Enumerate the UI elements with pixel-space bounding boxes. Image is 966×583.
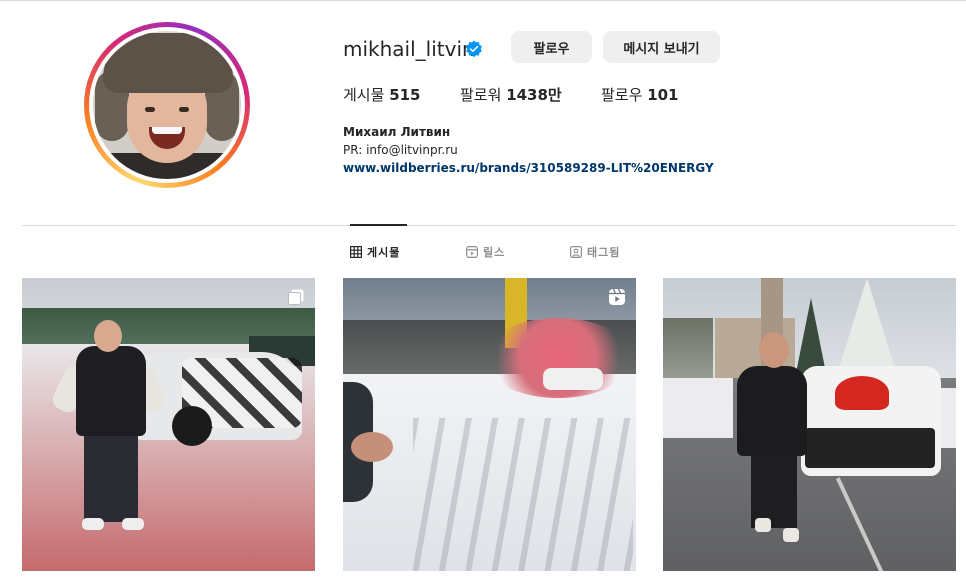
carousel-icon [288,289,304,305]
tagged-icon [570,246,582,258]
top-border [0,0,966,1]
profile-bio: PR: info@litvinpr.ru [343,143,458,157]
tab-reels[interactable]: 릴스 [466,244,505,260]
stat-following[interactable]: 팔로우 101 [601,84,679,105]
tab-posts[interactable]: 게시물 [350,244,400,260]
reels-icon [466,246,478,258]
verified-badge-icon [466,40,482,58]
tabs-divider [22,225,956,226]
avatar[interactable] [93,31,241,179]
profile-avatar-story-ring[interactable] [84,22,250,188]
stat-followers[interactable]: 팔로워 1438만 [460,84,562,105]
profile-username: mikhail_litvin [343,37,475,61]
profile-full-name: Михаил Литвин [343,125,451,139]
stat-posts: 게시물 515 [343,86,421,104]
tab-tagged[interactable]: 태그됨 [570,244,620,260]
follow-button[interactable]: 팔로우 [511,31,592,63]
active-tab-indicator [350,224,407,226]
grid-icon [350,246,362,258]
post-thumbnail[interactable] [22,278,315,571]
post-thumbnail[interactable] [663,278,956,571]
reel-icon [609,288,625,305]
message-button[interactable]: 메시지 보내기 [603,31,720,63]
profile-link[interactable]: www.wildberries.ru/brands/310589289-LIT%… [343,161,714,175]
post-thumbnail[interactable] [343,278,636,571]
